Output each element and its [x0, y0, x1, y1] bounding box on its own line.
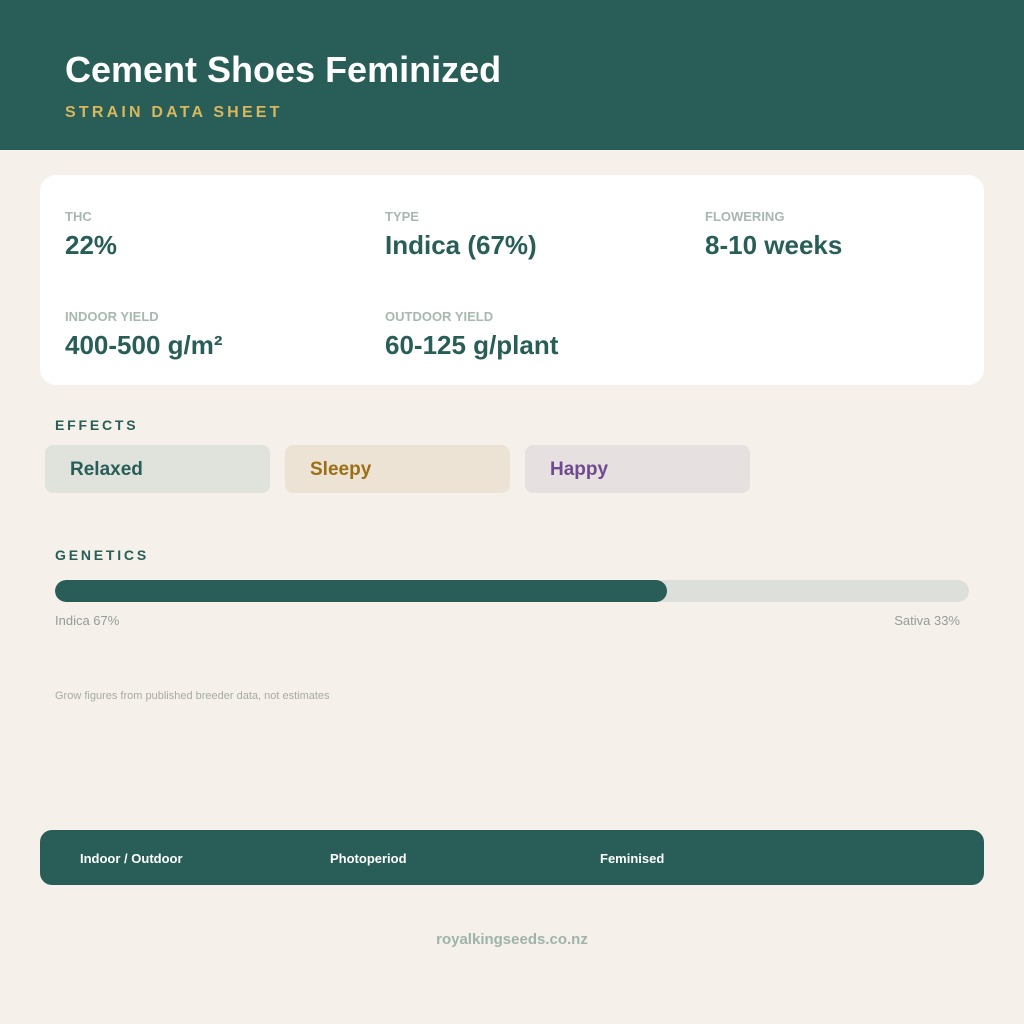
stat-flowering-label: FLOWERING: [705, 209, 785, 224]
data-source-note: Grow figures from published breeder data…: [55, 690, 330, 702]
effect-chip-sleepy: Sleepy: [285, 445, 510, 493]
stat-thc-value: 22%: [65, 230, 118, 260]
effect-chip-relaxed: Relaxed: [45, 445, 270, 493]
stat-outdoor-yield-label: OUTDOOR YIELD: [385, 309, 494, 324]
genetics-sativa-label: Sativa 33%: [894, 613, 960, 628]
effect-chip-label: Happy: [550, 459, 609, 480]
stat-indoor-yield-value: 400-500 g/m²: [65, 330, 223, 360]
effect-chip-label: Relaxed: [70, 459, 143, 480]
effect-chip-happy: Happy: [525, 445, 750, 493]
stat-flowering-value: 8-10 weeks: [705, 230, 843, 260]
footer-site-link[interactable]: royalkingseeds.co.nz: [0, 931, 1024, 949]
stat-thc-label: THC: [65, 209, 92, 224]
tag-photoperiod: Photoperiod: [330, 851, 407, 866]
effects-heading: EFFECTS: [55, 417, 139, 433]
stat-outdoor-yield-value: 60-125 g/plant: [385, 330, 559, 360]
stat-indoor-yield-label: INDOOR YIELD: [65, 309, 159, 324]
tag-feminised: Feminised: [600, 851, 665, 866]
effect-chip-label: Sleepy: [310, 459, 372, 480]
stat-type-label: TYPE: [385, 209, 419, 224]
page-subtitle: STRAIN DATA SHEET: [65, 104, 283, 121]
page-title: Cement Shoes Feminized: [65, 49, 502, 90]
tag-bar: Indoor / Outdoor Photoperiod Feminised: [40, 830, 984, 885]
header-banner: Cement Shoes Feminized STRAIN DATA SHEET: [0, 0, 1024, 150]
genetics-bar: [55, 580, 969, 602]
tag-indoor-outdoor: Indoor / Outdoor: [80, 851, 183, 866]
stats-card: THC 22% TYPE Indica (67%) FLOWERING 8-10…: [40, 175, 984, 385]
stat-type-value: Indica (67%): [385, 230, 537, 260]
genetics-heading: GENETICS: [55, 547, 149, 563]
genetics-indica-label: Indica 67%: [55, 613, 120, 628]
genetics-bar-indica-fill: [55, 580, 668, 602]
